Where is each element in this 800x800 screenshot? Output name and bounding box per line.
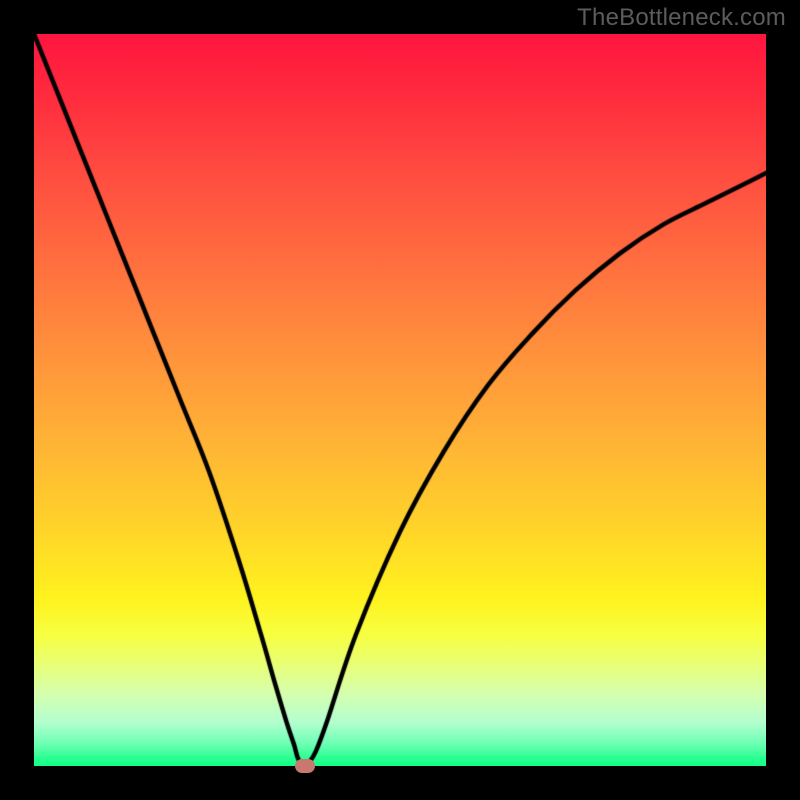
chart-container: TheBottleneck.com	[0, 0, 800, 800]
optimal-point-marker	[295, 759, 315, 773]
bottleneck-curve	[34, 34, 766, 766]
watermark-text: TheBottleneck.com	[577, 4, 786, 32]
plot-area	[34, 34, 766, 766]
